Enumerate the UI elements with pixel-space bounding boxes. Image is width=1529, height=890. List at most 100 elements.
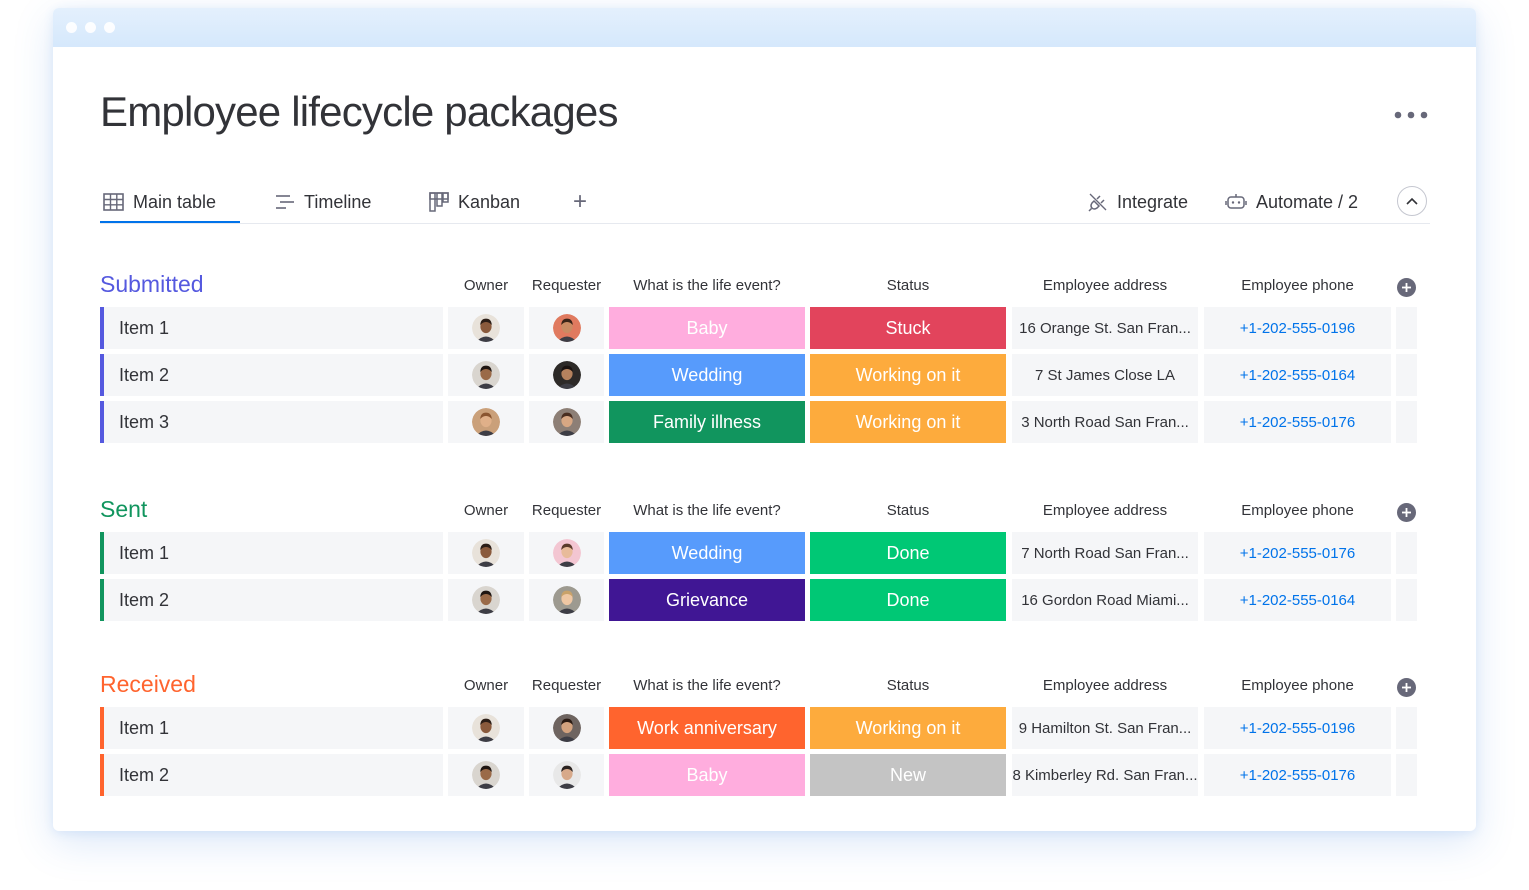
col-header-status[interactable]: Status [810, 277, 1006, 294]
col-header-address[interactable]: Employee address [1012, 677, 1198, 694]
group-title[interactable]: Received [100, 671, 196, 698]
col-header-event[interactable]: What is the life event? [609, 277, 805, 294]
status-label[interactable]: New [810, 754, 1006, 796]
owner-cell[interactable] [448, 754, 524, 796]
col-header-event[interactable]: What is the life event? [609, 502, 805, 519]
window-dot-icon[interactable] [66, 22, 77, 33]
life-event-label[interactable]: Wedding [609, 354, 805, 396]
item-name-cell[interactable]: Item 1 [100, 307, 443, 349]
life-event-label[interactable]: Work anniversary [609, 707, 805, 749]
life-event-label[interactable]: Baby [609, 307, 805, 349]
phone-cell[interactable]: +1-202-555-0196 [1204, 307, 1391, 349]
empty-cell[interactable] [1396, 532, 1417, 574]
life-event-label[interactable]: Grievance [609, 579, 805, 621]
automate-button[interactable]: Automate / 2 [1225, 183, 1358, 221]
requester-cell[interactable] [529, 401, 604, 443]
status-label[interactable]: Working on it [810, 707, 1006, 749]
col-header-status[interactable]: Status [810, 502, 1006, 519]
tab-kanban[interactable]: Kanban [429, 183, 520, 221]
requester-cell[interactable] [529, 354, 604, 396]
address-cell[interactable]: 16 Orange St. San Fran... [1012, 307, 1198, 349]
phone-cell[interactable]: +1-202-555-0176 [1204, 401, 1391, 443]
integrate-button[interactable]: Integrate [1088, 183, 1188, 221]
col-header-phone[interactable]: Employee phone [1204, 502, 1391, 519]
requester-cell[interactable] [529, 307, 604, 349]
tab-main-table[interactable]: Main table [100, 183, 240, 223]
add-view-button[interactable]: + [573, 183, 587, 221]
add-column-button[interactable] [1397, 678, 1416, 697]
table-row[interactable]: Item 1 Baby Stuck 16 Orange St. San Fran...… [100, 307, 1430, 350]
phone-cell[interactable]: +1-202-555-0176 [1204, 532, 1391, 574]
item-name-cell[interactable]: Item 2 [100, 579, 443, 621]
status-label[interactable]: Done [810, 532, 1006, 574]
requester-cell[interactable] [529, 754, 604, 796]
col-header-requester[interactable]: Requester [527, 502, 606, 519]
phone-link[interactable]: +1-202-555-0164 [1240, 592, 1356, 609]
owner-cell[interactable] [448, 532, 524, 574]
phone-cell[interactable]: +1-202-555-0164 [1204, 354, 1391, 396]
group-title[interactable]: Submitted [100, 271, 204, 298]
address-cell[interactable]: 9 Hamilton St. San Fran... [1012, 707, 1198, 749]
col-header-phone[interactable]: Employee phone [1204, 677, 1391, 694]
table-row[interactable]: Item 2 Wedding Working on it 7 St James Clo… [100, 354, 1430, 397]
empty-cell[interactable] [1396, 401, 1417, 443]
phone-link[interactable]: +1-202-555-0196 [1240, 320, 1356, 337]
empty-cell[interactable] [1396, 307, 1417, 349]
item-name-cell[interactable]: Item 1 [100, 532, 443, 574]
requester-cell[interactable] [529, 532, 604, 574]
col-header-owner[interactable]: Owner [448, 502, 524, 519]
empty-cell[interactable] [1396, 354, 1417, 396]
requester-cell[interactable] [529, 579, 604, 621]
table-row[interactable]: Item 2 Grievance Done 16 Gordon Road Miami.… [100, 579, 1430, 622]
address-cell[interactable]: 7 North Road San Fran... [1012, 532, 1198, 574]
status-label[interactable]: Working on it [810, 354, 1006, 396]
phone-link[interactable]: +1-202-555-0176 [1240, 545, 1356, 562]
more-options-button[interactable] [1391, 100, 1431, 130]
life-event-label[interactable]: Baby [609, 754, 805, 796]
life-event-label[interactable]: Wedding [609, 532, 805, 574]
phone-cell[interactable]: +1-202-555-0176 [1204, 754, 1391, 796]
owner-cell[interactable] [448, 307, 524, 349]
phone-link[interactable]: +1-202-555-0164 [1240, 367, 1356, 384]
owner-cell[interactable] [448, 354, 524, 396]
col-header-owner[interactable]: Owner [448, 677, 524, 694]
table-row[interactable]: Item 1 Wedding Done 7 North Road San Fran..… [100, 532, 1430, 575]
owner-cell[interactable] [448, 401, 524, 443]
item-name-cell[interactable]: Item 1 [100, 707, 443, 749]
requester-cell[interactable] [529, 707, 604, 749]
col-header-status[interactable]: Status [810, 677, 1006, 694]
tab-timeline[interactable]: Timeline [275, 183, 371, 221]
phone-cell[interactable]: +1-202-555-0196 [1204, 707, 1391, 749]
owner-cell[interactable] [448, 579, 524, 621]
status-label[interactable]: Working on it [810, 401, 1006, 443]
address-cell[interactable]: 3 North Road San Fran... [1012, 401, 1198, 443]
table-row[interactable]: Item 2 Baby New 8 Kimberley Rd. San Fran...… [100, 754, 1430, 797]
col-header-requester[interactable]: Requester [527, 277, 606, 294]
col-header-event[interactable]: What is the life event? [609, 677, 805, 694]
phone-link[interactable]: +1-202-555-0176 [1240, 767, 1356, 784]
empty-cell[interactable] [1396, 754, 1417, 796]
address-cell[interactable]: 7 St James Close LA [1012, 354, 1198, 396]
empty-cell[interactable] [1396, 579, 1417, 621]
empty-cell[interactable] [1396, 707, 1417, 749]
col-header-address[interactable]: Employee address [1012, 502, 1198, 519]
address-cell[interactable]: 8 Kimberley Rd. San Fran... [1012, 754, 1198, 796]
col-header-requester[interactable]: Requester [527, 677, 606, 694]
table-row[interactable]: Item 3 Family illness Working on it 3 North… [100, 401, 1430, 444]
col-header-address[interactable]: Employee address [1012, 277, 1198, 294]
item-name-cell[interactable]: Item 3 [100, 401, 443, 443]
status-label[interactable]: Done [810, 579, 1006, 621]
window-dot-icon[interactable] [104, 22, 115, 33]
collapse-header-button[interactable] [1397, 186, 1427, 216]
phone-cell[interactable]: +1-202-555-0164 [1204, 579, 1391, 621]
col-header-owner[interactable]: Owner [448, 277, 524, 294]
group-title[interactable]: Sent [100, 496, 147, 523]
window-dot-icon[interactable] [85, 22, 96, 33]
owner-cell[interactable] [448, 707, 524, 749]
life-event-label[interactable]: Family illness [609, 401, 805, 443]
add-column-button[interactable] [1397, 503, 1416, 522]
item-name-cell[interactable]: Item 2 [100, 754, 443, 796]
table-row[interactable]: Item 1 Work anniversary Working on it 9 Ham… [100, 707, 1430, 750]
item-name-cell[interactable]: Item 2 [100, 354, 443, 396]
phone-link[interactable]: +1-202-555-0176 [1240, 414, 1356, 431]
